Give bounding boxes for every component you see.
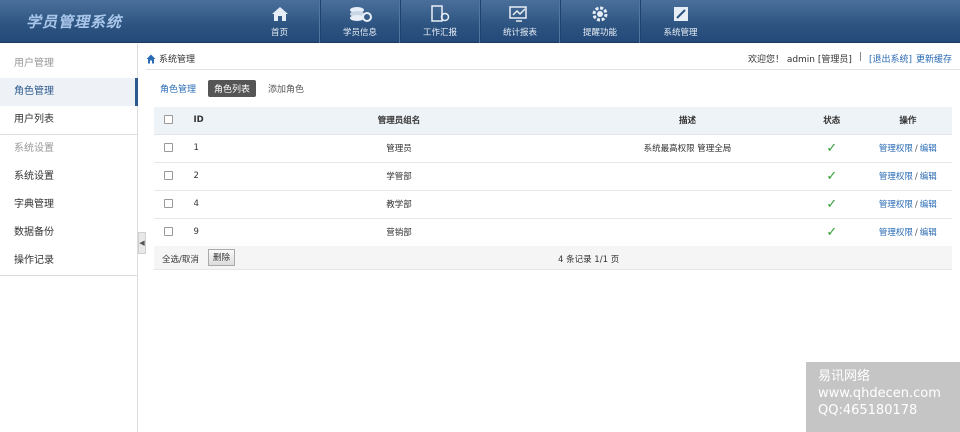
tab-role-list[interactable]: 角色列表: [208, 80, 257, 97]
column-header-ops: 操作: [863, 107, 952, 135]
cell-name: 营销部: [223, 218, 575, 247]
breadcrumb: 系统管理: [146, 52, 195, 65]
home-icon: [271, 4, 289, 24]
nav-item-work-report[interactable]: 工作汇报: [400, 0, 480, 43]
main-nav: 首页 学员信息 工作汇报 统计报表 提醒功能 系统管理: [240, 0, 720, 43]
table-header-row: ID 管理员组名 描述 状态 操作: [154, 107, 952, 135]
sidebar-item-logs[interactable]: 操作记录: [0, 247, 137, 275]
chart-icon: [508, 4, 532, 24]
select-all-checkbox[interactable]: [164, 115, 174, 125]
breadcrumb-label: 系统管理: [159, 55, 196, 65]
welcome-text: 欢迎您！ admin [管理员]: [747, 55, 852, 65]
sidebar-group-settings: 系统设置: [14, 143, 54, 154]
edit-icon: [672, 4, 690, 24]
tab-role-manage[interactable]: 角色管理: [160, 82, 196, 95]
refresh-cache-link[interactable]: 更新缓存: [916, 52, 952, 65]
table-row: 2 学管部 ✓ 管理权限 / 编辑: [154, 162, 952, 191]
manage-permissions-link[interactable]: 管理权限: [879, 228, 913, 238]
edit-link[interactable]: 编辑: [920, 200, 937, 210]
cell-id: 4: [183, 190, 224, 219]
status-check-icon: ✓: [826, 196, 838, 212]
cell-desc: 系统最高权限 管理全局: [575, 134, 800, 163]
chevron-left-icon: ◀: [139, 239, 145, 247]
edit-link[interactable]: 编辑: [920, 228, 937, 238]
nav-label: 系统管理: [663, 28, 698, 38]
manage-permissions-link[interactable]: 管理权限: [879, 172, 913, 182]
home-icon: [146, 54, 156, 63]
tab-bar: 角色管理 角色列表 添加角色: [160, 80, 304, 97]
column-header-desc: 描述: [575, 107, 800, 135]
op-separator: /: [914, 172, 918, 182]
cell-id: 9: [183, 218, 224, 247]
breadcrumb-bar: 系统管理 欢迎您！ admin [管理员] | [退出系统] 更新缓存: [146, 44, 960, 70]
row-checkbox[interactable]: [164, 227, 174, 236]
report-icon: [430, 4, 450, 24]
users-icon: [348, 4, 372, 24]
sidebar-divider: [0, 275, 137, 276]
edit-link[interactable]: 编辑: [920, 144, 937, 154]
watermark-line: 易讯网络: [818, 369, 871, 384]
column-header-name: 管理员组名: [223, 107, 575, 135]
role-table: ID 管理员组名 描述 状态 操作 1 管理员 系统最高权限 管理全局 ✓ 管理…: [154, 107, 952, 247]
table-row: 1 管理员 系统最高权限 管理全局 ✓ 管理权限 / 编辑: [154, 134, 952, 163]
logout-link[interactable]: [退出系统]: [869, 52, 912, 65]
sidebar-group-user: 用户管理: [14, 58, 54, 69]
cell-name: 学管部: [223, 162, 575, 191]
cell-desc: [575, 190, 800, 219]
sidebar-item-backup[interactable]: 数据备份: [0, 219, 137, 247]
separator: |: [858, 52, 862, 62]
row-checkbox[interactable]: [164, 171, 174, 180]
nav-item-system[interactable]: 系统管理: [640, 0, 720, 43]
nav-item-students[interactable]: 学员信息: [320, 0, 400, 43]
sidebar: 用户管理 角色管理 用户列表 系统设置 系统设置 字典管理 数据备份 操作记录: [0, 44, 138, 432]
status-check-icon: ✓: [826, 224, 838, 240]
op-separator: /: [914, 200, 918, 210]
row-checkbox[interactable]: [164, 143, 174, 152]
nav-label: 统计报表: [502, 28, 537, 38]
nav-item-home[interactable]: 首页: [240, 0, 320, 43]
op-separator: /: [914, 228, 918, 238]
app-title: 学员管理系统: [26, 13, 123, 31]
column-header-status: 状态: [799, 107, 864, 135]
pager-info: 4 条记录 1/1 页: [558, 255, 620, 265]
watermark-line: QQ:465180178: [818, 403, 918, 418]
sidebar-item-settings[interactable]: 系统设置: [0, 163, 137, 191]
top-bar: 学员管理系统 首页 学员信息 工作汇报 统计报表 提醒功能 系统管理: [0, 0, 960, 43]
nav-label: 学员信息: [342, 28, 377, 38]
cell-name: 管理员: [223, 134, 575, 163]
cell-name: 教学部: [223, 190, 575, 219]
watermark: 易讯网络 www.qhdecen.com QQ:465180178: [806, 362, 960, 432]
edit-link[interactable]: 编辑: [920, 172, 937, 182]
nav-item-statistics[interactable]: 统计报表: [480, 0, 560, 43]
gear-icon: [591, 4, 609, 24]
sidebar-item-users[interactable]: 用户列表: [0, 106, 137, 134]
table-footer: 全选/取消 删除 4 条记录 1/1 页: [154, 246, 952, 270]
nav-label: 首页: [270, 28, 288, 38]
user-info: 欢迎您！ admin [管理员] | [退出系统] 更新缓存: [748, 52, 952, 65]
sidebar-collapse-handle[interactable]: ◀: [138, 232, 146, 254]
cell-desc: [575, 218, 800, 247]
watermark-line: www.qhdecen.com: [818, 386, 941, 401]
manage-permissions-link[interactable]: 管理权限: [879, 200, 913, 210]
cell-id: 2: [183, 162, 224, 191]
nav-label: 工作汇报: [422, 28, 457, 38]
manage-permissions-link[interactable]: 管理权限: [879, 144, 913, 154]
op-separator: /: [914, 144, 918, 154]
tab-add-role[interactable]: 添加角色: [268, 82, 304, 95]
row-checkbox[interactable]: [164, 199, 174, 208]
delete-button[interactable]: 删除: [208, 249, 236, 266]
status-check-icon: ✓: [826, 140, 838, 156]
cell-desc: [575, 162, 800, 191]
select-all-toggle[interactable]: 全选/取消: [162, 253, 199, 265]
sidebar-item-dictionary[interactable]: 字典管理: [0, 191, 137, 219]
cell-id: 1: [183, 134, 224, 163]
table-row: 4 教学部 ✓ 管理权限 / 编辑: [154, 190, 952, 219]
sidebar-item-roles[interactable]: 角色管理: [0, 78, 138, 106]
status-check-icon: ✓: [826, 168, 838, 184]
column-header-id: ID: [183, 107, 224, 135]
nav-label: 提醒功能: [582, 28, 617, 38]
table-row: 9 营销部 ✓ 管理权限 / 编辑: [154, 218, 952, 247]
nav-item-reminder[interactable]: 提醒功能: [560, 0, 640, 43]
